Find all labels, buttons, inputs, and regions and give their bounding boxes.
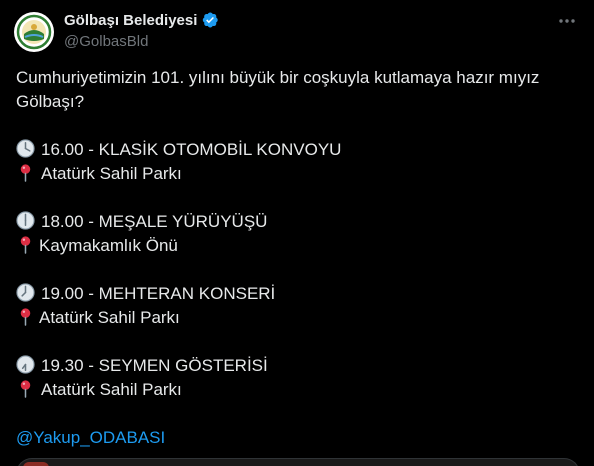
- event-location-line: Kaymakamlık Önü: [16, 234, 576, 258]
- event-time-title: 19.00 - MEHTERAN KONSERİ: [41, 284, 276, 303]
- tweet-intro-line-1: Cumhuriyetimizin 101. yılını büyük bir c…: [16, 68, 540, 87]
- clock-six-icon: [16, 211, 35, 230]
- event-time-line: 19.00 - MEHTERAN KONSERİ: [16, 282, 576, 306]
- event-location-line: Atatürk Sahil Parkı: [16, 378, 576, 402]
- event-location: Kaymakamlık Önü: [39, 236, 178, 255]
- event-time-line: 18.00 - MEŞALE YÜRÜYÜŞÜ: [16, 210, 576, 234]
- clock-seven-icon: [16, 283, 35, 302]
- attached-media[interactable]: [16, 458, 580, 466]
- round-pushpin-icon: [20, 380, 31, 398]
- event-location: Atatürk Sahil Parkı: [39, 308, 180, 327]
- round-pushpin-icon: [20, 236, 31, 254]
- author-handle[interactable]: @GolbasBld: [64, 33, 148, 50]
- more-options-icon: [559, 19, 575, 23]
- event-time-title: 19.30 - SEYMEN GÖSTERİSİ: [41, 356, 268, 375]
- round-pushpin-icon: [20, 164, 31, 182]
- clock-seven-thirty-icon: [16, 355, 35, 374]
- municipality-seal-icon: [15, 13, 53, 51]
- tweet-intro-line-2: Gölbaşı?: [16, 92, 85, 111]
- more-options-button[interactable]: [556, 10, 578, 32]
- round-pushpin-icon: [20, 308, 31, 326]
- event-time-line: 16.00 - KLASİK OTOMOBİL KONVOYU: [16, 138, 576, 162]
- event-time-title: 18.00 - MEŞALE YÜRÜYÜŞÜ: [41, 212, 268, 231]
- verified-badge-icon: [203, 12, 219, 28]
- author-display-name[interactable]: Gölbaşı Belediyesi: [64, 12, 197, 29]
- event-location: Atatürk Sahil Parkı: [41, 164, 182, 183]
- author-avatar[interactable]: [14, 12, 54, 52]
- tweet-card: Gölbaşı Belediyesi @GolbasBld Cumhuriyet…: [0, 0, 594, 466]
- tweet-text: Cumhuriyetimizin 101. yılını büyük bir c…: [16, 66, 576, 450]
- author-name-row[interactable]: Gölbaşı Belediyesi: [64, 11, 219, 29]
- clock-four-icon: [16, 139, 35, 158]
- event-time-title: 16.00 - KLASİK OTOMOBİL KONVOYU: [41, 140, 342, 159]
- event-location-line: Atatürk Sahil Parkı: [16, 162, 576, 186]
- mention-link[interactable]: @Yakup_ODABASI: [16, 428, 165, 447]
- event-time-line: 19.30 - SEYMEN GÖSTERİSİ: [16, 354, 576, 378]
- mention-line: @Yakup_ODABASI: [16, 426, 576, 450]
- event-location-line: Atatürk Sahil Parkı: [16, 306, 576, 330]
- event-location: Atatürk Sahil Parkı: [41, 380, 182, 399]
